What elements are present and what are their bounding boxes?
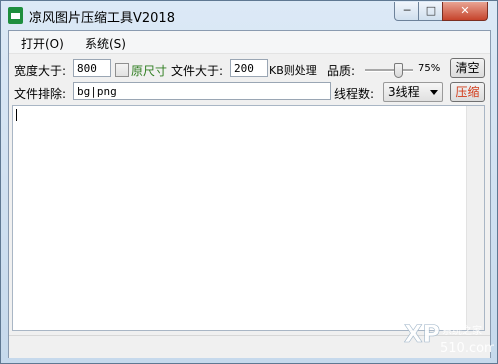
app-icon <box>8 7 23 24</box>
threads-select[interactable]: 3线程 <box>383 82 443 102</box>
threads-selected-value: 3线程 <box>388 85 420 99</box>
svg-text:XP: XP <box>404 320 440 348</box>
filesize-label: 文件大于: <box>171 64 224 78</box>
close-button[interactable]: ✕ <box>442 2 488 21</box>
menu-open[interactable]: 打开(O) <box>21 35 64 52</box>
title-bar[interactable]: 凉风图片压缩工具V2018 ─ □ ✕ <box>1 1 497 29</box>
menu-bar: 打开(O) 系统(S) <box>9 31 490 54</box>
watermark-logo: XP 系统之家 510.com <box>404 320 494 356</box>
original-size-label: 原尺寸 <box>131 64 168 78</box>
filesize-input[interactable]: 200 <box>230 59 268 77</box>
vertical-scrollbar[interactable] <box>466 106 484 330</box>
minimize-button[interactable]: ─ <box>394 2 420 21</box>
watermark-sub: 510.com <box>440 341 494 356</box>
text-caret <box>16 109 17 121</box>
clear-button[interactable]: 清空 <box>450 58 485 78</box>
exclude-label: 文件排除: <box>14 87 67 101</box>
exclude-input[interactable]: bg|png <box>73 82 331 100</box>
quality-value: 75% <box>418 63 441 74</box>
watermark-text: 系统之家 <box>442 324 482 337</box>
compress-button[interactable]: 压缩 <box>450 82 485 102</box>
chevron-down-icon <box>430 90 438 95</box>
width-label: 宽度大于: <box>14 64 67 78</box>
original-size-checkbox[interactable] <box>115 63 129 77</box>
quality-label: 品质: <box>327 64 356 78</box>
menu-system[interactable]: 系统(S) <box>85 35 126 52</box>
log-textarea[interactable] <box>12 105 485 331</box>
window-title: 凉风图片压缩工具V2018 <box>29 11 175 26</box>
quality-slider-thumb[interactable] <box>394 63 404 78</box>
app-window: 凉风图片压缩工具V2018 ─ □ ✕ 打开(O) 系统(S) 宽度大于: 80… <box>0 0 498 364</box>
threads-label: 线程数: <box>334 87 375 101</box>
width-input[interactable]: 800 <box>73 59 111 77</box>
client-area: 打开(O) 系统(S) 宽度大于: 800 原尺寸 文件大于: 200 KB则处… <box>8 30 491 358</box>
filesize-unit-label: KB则处理 <box>269 64 317 77</box>
maximize-button[interactable]: □ <box>418 2 444 21</box>
quality-slider[interactable] <box>365 63 413 78</box>
